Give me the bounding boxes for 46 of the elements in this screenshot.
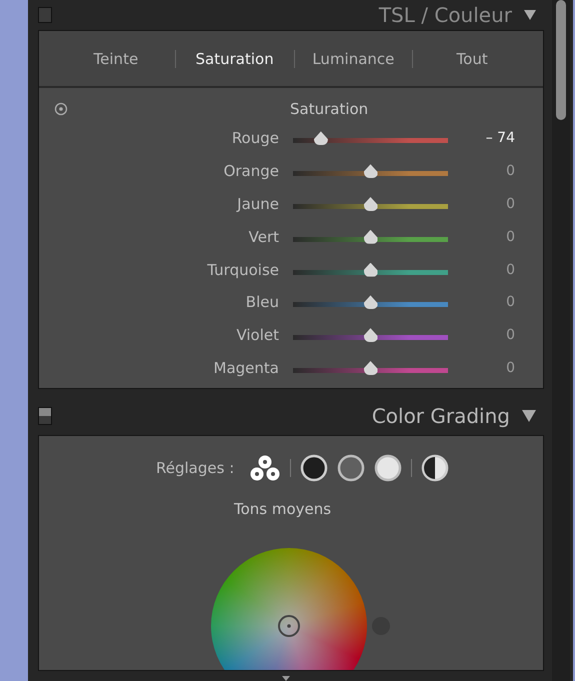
slider-label: Turquoise — [206, 260, 279, 279]
global-wheel-icon[interactable] — [421, 454, 450, 482]
wheel-target-icon[interactable] — [277, 614, 301, 638]
slider-thumb[interactable] — [364, 230, 378, 244]
highlights-wheel-icon[interactable] — [374, 454, 402, 482]
slider-value: 0 — [506, 360, 515, 376]
tab[interactable]: Tout — [413, 46, 531, 72]
slider-thumb[interactable] — [364, 328, 378, 342]
scrollbar[interactable] — [552, 0, 570, 681]
collapse-triangle-icon[interactable] — [522, 410, 536, 422]
collapse-triangle-icon[interactable] — [524, 10, 536, 20]
slider-value: 0 — [506, 262, 515, 278]
slider-value: 0 — [506, 327, 515, 344]
wheel-label: Tons moyens — [234, 500, 332, 518]
slider-thumb[interactable] — [364, 262, 378, 277]
target-adjust-icon[interactable] — [54, 102, 68, 116]
slider-thumb[interactable] — [364, 295, 378, 310]
slider-label: Magenta — [212, 358, 279, 377]
slider-label: Jaune — [235, 194, 279, 213]
slider-label: Vert — [248, 228, 279, 246]
slider-thumb[interactable] — [364, 360, 378, 375]
tab[interactable]: Teinte — [57, 46, 175, 72]
slider-label: Orange — [222, 162, 279, 180]
slider-value: 0 — [506, 294, 515, 310]
slider-thumb[interactable] — [364, 164, 378, 178]
panel-title[interactable]: TSL / Couleur — [378, 3, 512, 27]
slider-value: 0 — [506, 196, 515, 212]
slider-value: – 74 — [486, 130, 515, 146]
slider-value: 0 — [506, 228, 515, 245]
tab[interactable]: Saturation — [176, 46, 294, 72]
slider-thumb[interactable] — [314, 131, 328, 146]
tab[interactable]: Luminance — [294, 46, 412, 72]
slider-label: Violet — [235, 326, 279, 344]
panel-toggle-icon[interactable] — [38, 407, 52, 426]
slider-thumb[interactable] — [364, 196, 378, 211]
slider-value: 0 — [506, 163, 515, 180]
three-wheels-icon[interactable] — [249, 454, 282, 482]
midtones-wheel-icon[interactable] — [337, 454, 366, 482]
adjust-label: Réglages : — [156, 459, 234, 478]
panel-title[interactable]: Color Grading — [372, 404, 510, 428]
panel-toggle-icon[interactable] — [38, 7, 52, 23]
scroll-down-icon[interactable] — [282, 676, 290, 681]
slider-label: Rouge — [230, 129, 279, 148]
section-title: Saturation — [290, 100, 368, 118]
slider-label: Bleu — [244, 293, 279, 312]
shadows-wheel-icon[interactable] — [300, 454, 328, 482]
